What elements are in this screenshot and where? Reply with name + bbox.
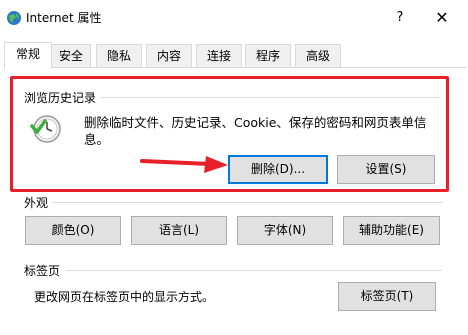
window-title: Internet 属性	[26, 11, 102, 25]
internet-options-icon	[7, 11, 21, 25]
tab-strip: 常规 安全 隐私 内容 连接 程序 高级	[0, 42, 468, 69]
help-button[interactable]: ?	[388, 6, 412, 30]
tabs-settings-button[interactable]: 标签页(T)	[338, 282, 436, 311]
title-bar: Internet 属性 ? ✕	[0, 0, 468, 37]
colors-button[interactable]: 颜色(O)	[25, 216, 121, 245]
tab-programs[interactable]: 程序	[245, 44, 291, 68]
accessibility-button[interactable]: 辅助功能(E)	[343, 216, 440, 245]
tabs-group-title: 标签页	[24, 262, 65, 279]
tab-security[interactable]: 安全	[51, 44, 91, 68]
red-arrow-icon	[140, 156, 228, 173]
close-button[interactable]: ✕	[430, 6, 454, 30]
fonts-button[interactable]: 字体(N)	[237, 216, 333, 245]
tab-connections[interactable]: 连接	[196, 44, 242, 68]
appearance-group-line	[52, 202, 442, 203]
tabs-group-line	[66, 270, 442, 271]
tab-general[interactable]: 常规	[4, 42, 52, 69]
languages-button[interactable]: 语言(L)	[131, 216, 227, 245]
tabs-description: 更改网页在标签页中的显示方式。	[34, 290, 215, 304]
tab-privacy[interactable]: 隐私	[96, 44, 142, 68]
appearance-group-title: 外观	[24, 194, 53, 211]
tab-advanced[interactable]: 高级	[295, 44, 341, 68]
tab-content[interactable]: 内容	[146, 44, 192, 68]
